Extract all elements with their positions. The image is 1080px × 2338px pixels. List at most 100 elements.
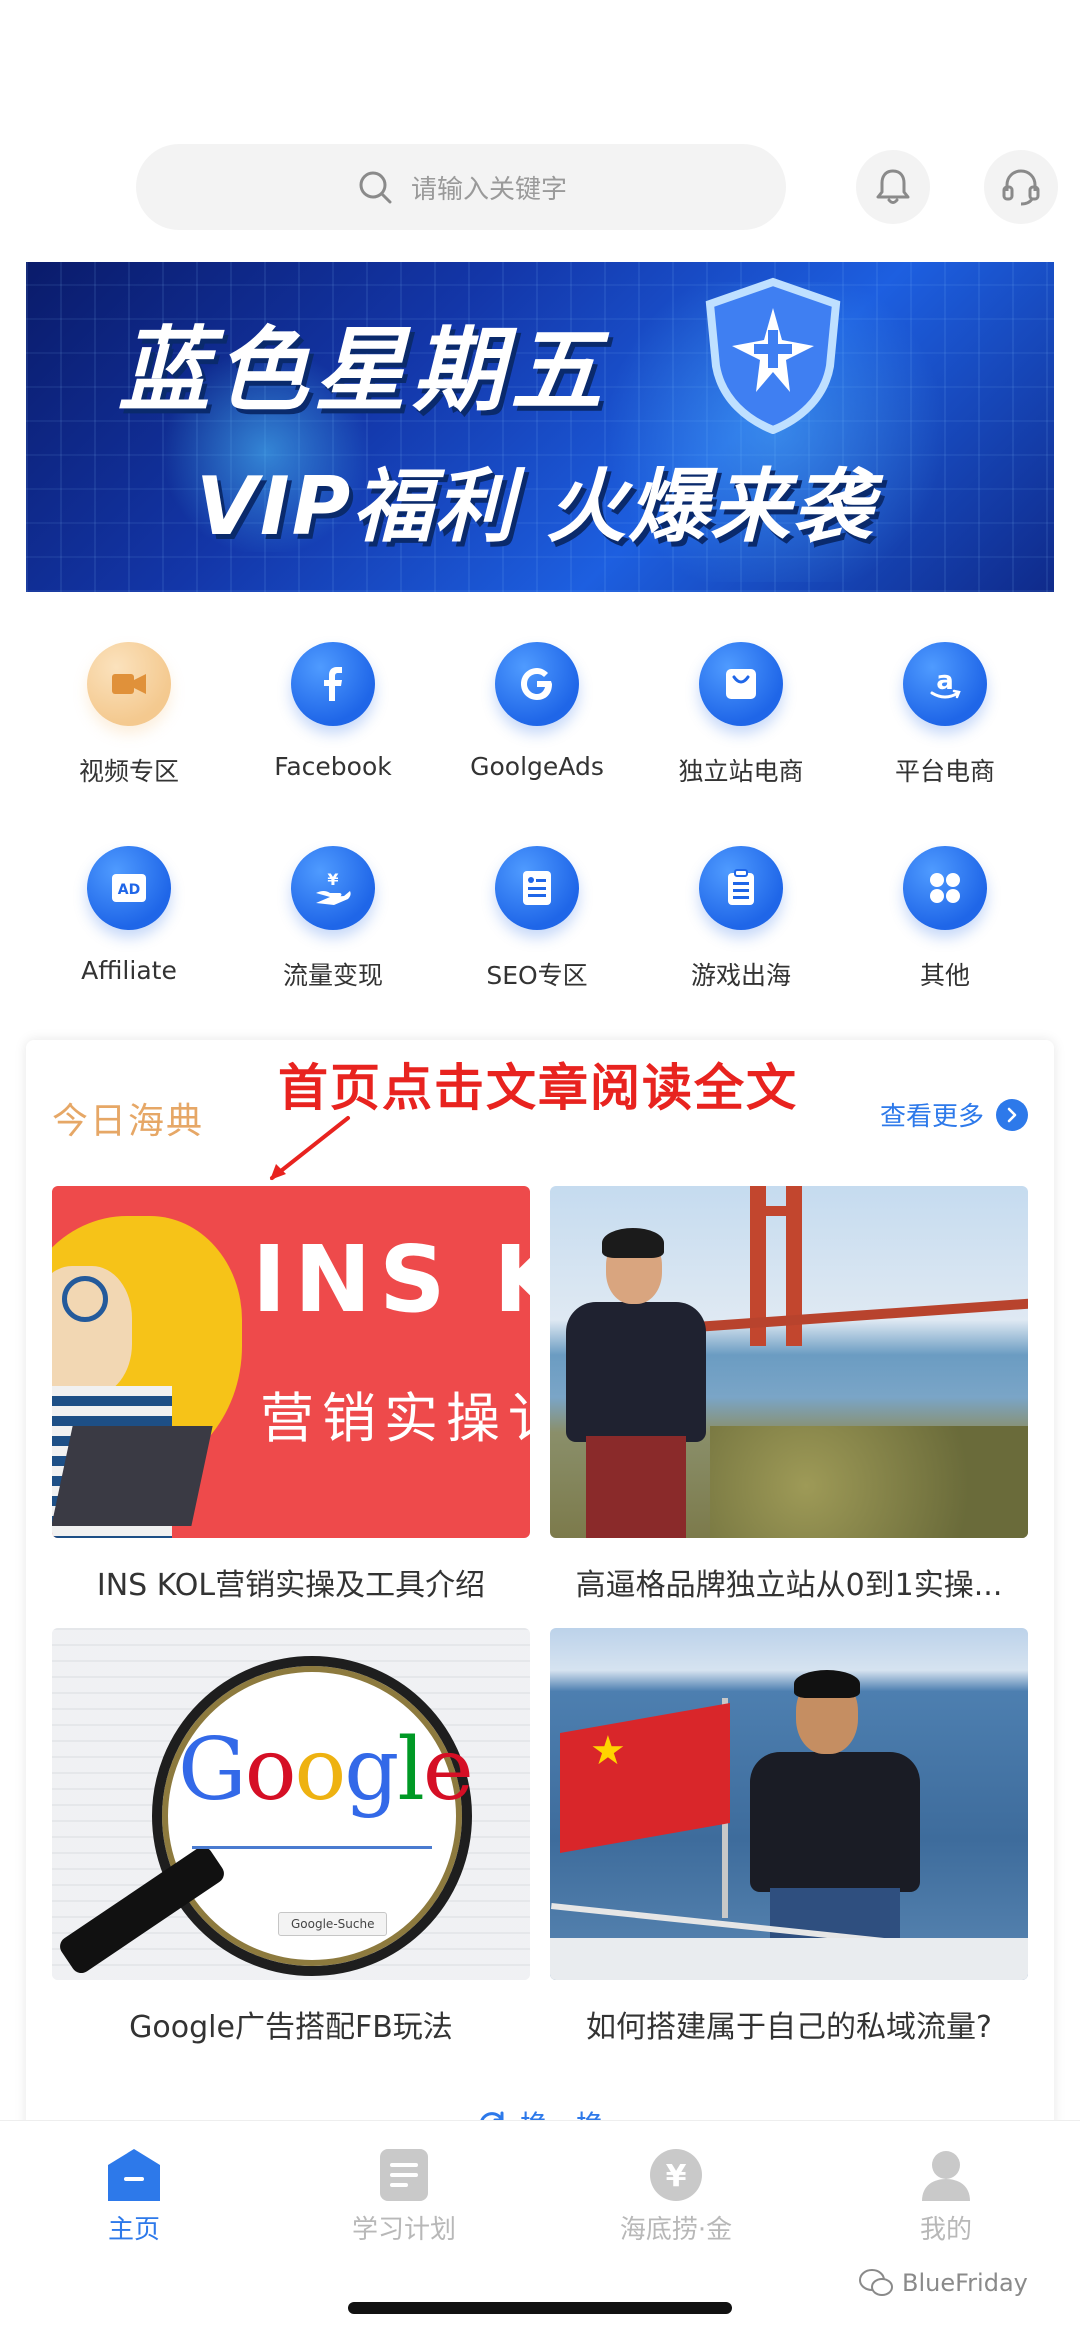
category-label: Facebook	[274, 752, 392, 781]
svg-text:¥: ¥	[327, 870, 338, 889]
promo-banner[interactable]: 蓝色星期五 VIP福利 火爆来袭	[26, 262, 1054, 592]
article-title[interactable]: 如何搭建属于自己的私域流量?	[550, 2002, 1028, 2046]
search-icon	[359, 171, 392, 204]
category-icon-bg	[495, 642, 579, 726]
google-icon	[521, 668, 552, 700]
photo-person-hair	[794, 1670, 860, 1698]
chevron-right-icon	[996, 1098, 1028, 1131]
star-icon: ★	[590, 1728, 626, 1774]
category-icon-bg	[699, 642, 783, 726]
facebook-icon	[324, 667, 342, 701]
photo-boat	[550, 1938, 1028, 1980]
search-underline	[192, 1846, 432, 1849]
google-search-button: Google-Suche	[278, 1912, 388, 1936]
document-icon	[523, 871, 551, 905]
category-other[interactable]: 其他	[860, 846, 1030, 992]
category-icon-bg	[699, 846, 783, 930]
thumb-title: INS KC	[252, 1226, 530, 1333]
photo-person	[566, 1302, 706, 1442]
category-label: 独立站电商	[678, 757, 804, 786]
category-icon-bg	[903, 846, 987, 930]
banner-subline: VIP福利 火爆来袭	[196, 460, 875, 553]
yen-coin-icon: ¥	[650, 2149, 702, 2201]
shopping-bag-icon	[726, 669, 756, 699]
grid-icon	[930, 873, 960, 903]
illustration-glasses	[62, 1276, 108, 1322]
category-traffic-monetization[interactable]: ¥ 流量变现	[248, 846, 418, 992]
home-indicator[interactable]	[348, 2302, 732, 2314]
tab-study-plan[interactable]: 学习计划	[304, 2145, 504, 2246]
category-label: 视频专区	[78, 757, 179, 786]
search-bar[interactable]: 请输入关键字	[136, 144, 786, 230]
google-logo: Google	[178, 1720, 474, 1820]
thumb-subtitle: 营销实操讠	[260, 1387, 530, 1450]
wechat-icon	[859, 2269, 893, 2296]
category-label: 游戏出海	[690, 961, 791, 990]
category-affiliate[interactable]: AD Affiliate	[44, 846, 214, 985]
watermark: BlueFriday	[858, 2268, 1028, 2298]
category-label: 流量变现	[282, 961, 383, 990]
category-label: 平台电商	[894, 757, 995, 786]
category-platform-ecommerce[interactable]: a 平台电商	[860, 642, 1030, 788]
banner-headline: 蓝色星期五	[118, 317, 609, 424]
category-label: Affiliate	[81, 956, 177, 985]
category-icon-bg	[495, 846, 579, 930]
section-title: 今日海典	[52, 1101, 205, 1142]
shield-plus-icon	[705, 277, 841, 434]
article-title[interactable]: INS KOL营销实操及工具介绍	[52, 1560, 530, 1604]
tab-home[interactable]: 主页	[34, 2145, 234, 2246]
view-more-link[interactable]: 查看更多	[880, 1096, 1028, 1133]
tab-haidilao-gold[interactable]: ¥ 海底捞·金	[576, 2145, 776, 2246]
notification-button[interactable]	[856, 150, 930, 224]
category-icon-bg: a	[903, 642, 987, 726]
svg-text:AD: AD	[118, 882, 140, 898]
category-independent-store[interactable]: 独立站电商	[656, 642, 826, 788]
annotation-arrow-icon	[270, 1116, 350, 1180]
category-icon-bg	[291, 642, 375, 726]
photo-person-hair	[602, 1228, 664, 1258]
view-more-label: 查看更多	[879, 1102, 984, 1132]
amazon-icon: a	[930, 666, 961, 699]
category-games-overseas[interactable]: 游戏出海	[656, 846, 826, 992]
article-thumbnail[interactable]: INS KC 营销实操讠	[52, 1186, 530, 1538]
yen-hand-icon: ¥	[316, 870, 351, 905]
category-google-ads[interactable]: GoolgeAds	[452, 642, 622, 781]
photo-person	[750, 1752, 920, 1892]
home-icon	[108, 2149, 160, 2201]
category-facebook[interactable]: Facebook	[248, 642, 418, 781]
customer-service-button[interactable]	[984, 150, 1058, 224]
clipboard-icon	[728, 869, 754, 905]
category-video[interactable]: 视频专区	[44, 642, 214, 788]
category-icon-bg: ¥	[291, 846, 375, 930]
photo-person-legs	[586, 1436, 686, 1538]
category-label: 其他	[919, 961, 970, 990]
article-title[interactable]: 高逼格品牌独立站从0到1实操...	[550, 1560, 1028, 1604]
photo-bridge-beam	[750, 1206, 802, 1216]
category-icon-bg	[87, 642, 171, 726]
illustration-laptop	[52, 1426, 213, 1526]
bell-icon	[876, 169, 910, 204]
ad-icon: AD	[112, 874, 146, 902]
article-thumbnail[interactable]: Google Google-Suche	[52, 1628, 530, 1980]
search-placeholder: 请输入关键字	[410, 174, 567, 205]
svg-text:a: a	[936, 666, 954, 696]
photo-flag	[560, 1703, 730, 1853]
article-thumbnail[interactable]	[550, 1186, 1028, 1538]
category-icon-bg: AD	[87, 846, 171, 930]
article-thumbnail[interactable]: ★	[550, 1628, 1028, 1980]
tab-label: 学习计划	[351, 2215, 456, 2245]
category-label: SEO专区	[486, 961, 588, 990]
tab-label: 我的	[919, 2215, 972, 2245]
video-camera-icon	[112, 674, 146, 694]
article-title[interactable]: Google广告搭配FB玩法	[52, 2002, 530, 2046]
user-icon	[922, 2151, 970, 2201]
notebook-icon	[380, 2149, 428, 2201]
today-articles-card: 今日海典 查看更多 INS KC 营销实操讠 INS KOL营销实操及工具介绍 …	[26, 1040, 1054, 2160]
tab-label: 主页	[107, 2215, 160, 2245]
category-seo[interactable]: SEO专区	[452, 846, 622, 992]
photo-shrubs	[710, 1426, 1028, 1538]
svg-text:¥: ¥	[666, 2159, 687, 2194]
tab-profile[interactable]: 我的	[846, 2145, 1046, 2246]
tab-label: 海底捞·金	[619, 2215, 733, 2245]
watermark-text: BlueFriday	[902, 2269, 1028, 2297]
